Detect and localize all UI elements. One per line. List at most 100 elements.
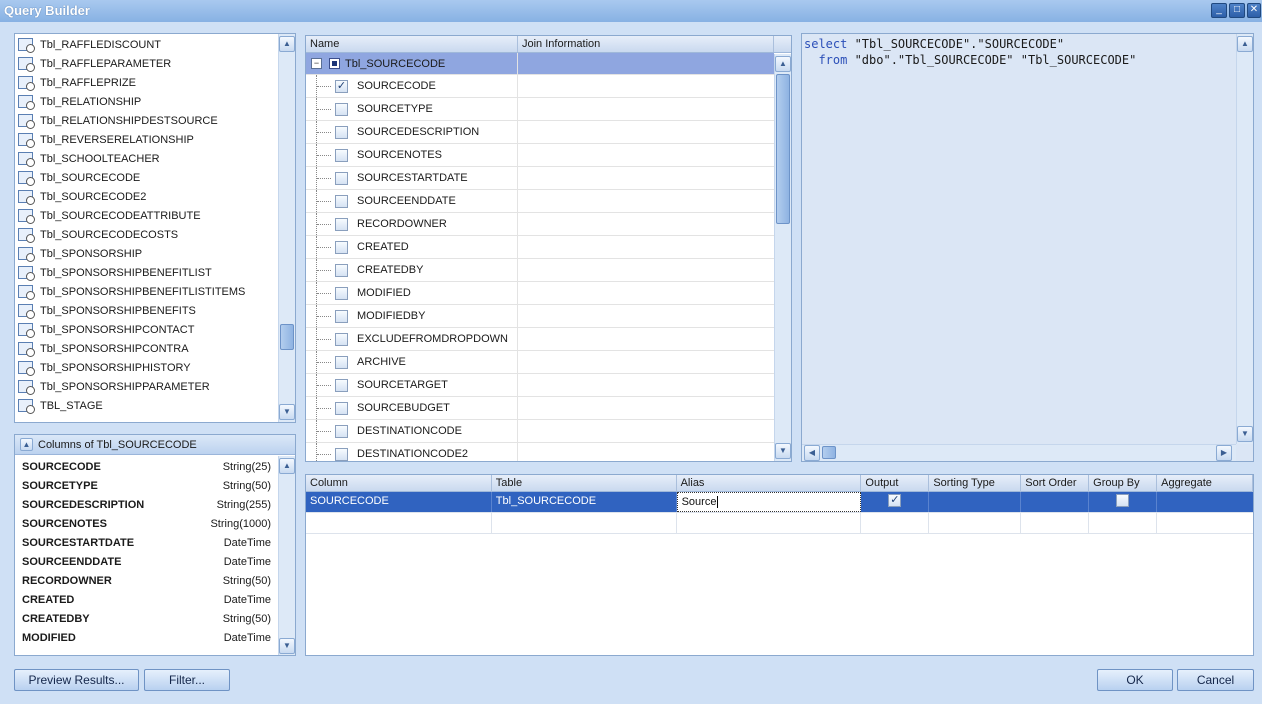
grid-cell-group-by[interactable] [1089, 492, 1158, 512]
tree-field-row[interactable]: SOURCEBUDGET [306, 397, 791, 420]
table-list-item[interactable]: Tbl_SOURCECODECOSTS [15, 225, 295, 244]
table-list-item[interactable]: Tbl_RAFFLEPRIZE [15, 73, 295, 92]
maximize-button[interactable]: □ [1229, 3, 1245, 18]
tree-field-row[interactable]: SOURCEENDDATE [306, 190, 791, 213]
field-checkbox[interactable] [335, 286, 348, 300]
join-info-cell[interactable] [518, 75, 774, 97]
join-info-cell[interactable] [518, 190, 774, 212]
field-checkbox[interactable] [335, 424, 348, 438]
join-info-cell[interactable] [518, 167, 774, 189]
sql-text[interactable]: select "Tbl_SOURCECODE"."SOURCECODE" fro… [802, 34, 1253, 68]
tree-field-row[interactable]: DESTINATIONCODE2 [306, 443, 791, 461]
grid-cell-output[interactable]: ✓ [861, 492, 930, 512]
table-list-item[interactable]: Tbl_SPONSORSHIPBENEFITLIST [15, 263, 295, 282]
tree-field-row[interactable]: RECORDOWNER [306, 213, 791, 236]
scroll-up-icon[interactable]: ▲ [1237, 36, 1253, 52]
tree-field-row[interactable]: SOURCETARGET [306, 374, 791, 397]
column-info-row[interactable]: SOURCETYPE String(50) [15, 476, 277, 495]
minimize-button[interactable]: _ [1211, 3, 1227, 18]
tree-scrollbar[interactable]: ▲ ▼ [774, 54, 791, 461]
join-info-cell[interactable] [518, 213, 774, 235]
column-info-row[interactable]: SOURCENOTES String(1000) [15, 514, 277, 533]
column-info-row[interactable]: CREATED DateTime [15, 590, 277, 609]
join-info-cell[interactable] [518, 351, 774, 373]
table-list-scrollbar[interactable]: ▲ ▼ [278, 34, 295, 422]
scroll-up-icon[interactable]: ▲ [279, 36, 295, 52]
join-info-cell[interactable] [518, 328, 774, 350]
column-info-row[interactable]: SOURCEDESCRIPTION String(255) [15, 495, 277, 514]
scroll-up-icon[interactable]: ▲ [279, 458, 295, 474]
tree-field-row[interactable]: SOURCENOTES [306, 144, 791, 167]
table-list-item[interactable]: Tbl_SPONSORSHIPCONTRA [15, 339, 295, 358]
output-checkbox[interactable]: ✓ [888, 494, 902, 507]
table-list-item[interactable]: Tbl_RELATIONSHIP [15, 92, 295, 111]
tree-field-row[interactable]: MODIFIEDBY [306, 305, 791, 328]
grid-cell-column[interactable]: SOURCECODE [306, 492, 492, 512]
grid-header-table[interactable]: Table [492, 475, 677, 492]
column-info-row[interactable]: SOURCESTARTDATE DateTime [15, 533, 277, 552]
table-list-item[interactable]: Tbl_SPONSORSHIPBENEFITLISTITEMS [15, 282, 295, 301]
join-info-cell[interactable] [518, 259, 774, 281]
collapse-node-icon[interactable]: − [311, 58, 322, 69]
field-checkbox[interactable] [335, 332, 348, 346]
sql-horizontal-scrollbar[interactable]: ◀ ▶ [802, 444, 1236, 461]
scroll-down-icon[interactable]: ▼ [775, 443, 791, 459]
scroll-thumb[interactable] [822, 446, 836, 459]
close-button[interactable]: ✕ [1247, 3, 1261, 18]
column-info-row[interactable]: SOURCEENDDATE DateTime [15, 552, 277, 571]
grid-cell-table[interactable]: Tbl_SOURCECODE [491, 492, 677, 512]
tree-field-row[interactable]: SOURCEDESCRIPTION [306, 121, 791, 144]
grid-cell-aggregate[interactable] [1157, 492, 1253, 512]
tree-field-row[interactable]: CREATED [306, 236, 791, 259]
field-checkbox[interactable] [335, 355, 348, 369]
field-checkbox[interactable] [335, 401, 348, 415]
selected-columns-grid[interactable]: Column Table Alias Output Sorting Type Sort O… [305, 474, 1254, 656]
field-checkbox[interactable] [335, 309, 348, 323]
join-info-cell[interactable] [518, 374, 774, 396]
grid-header-column[interactable]: Column [306, 475, 492, 492]
join-column-header[interactable]: Join Information [518, 36, 774, 52]
scroll-right-icon[interactable]: ▶ [1216, 445, 1232, 461]
tree-field-row[interactable]: ARCHIVE [306, 351, 791, 374]
table-list-item[interactable]: Tbl_SOURCECODE2 [15, 187, 295, 206]
grid-header-output[interactable]: Output [861, 475, 930, 492]
table-list-item[interactable]: Tbl_SPONSORSHIPCONTACT [15, 320, 295, 339]
grid-cell-sorting-type[interactable] [929, 492, 1022, 512]
tree-field-row[interactable]: EXCLUDEFROMDROPDOWN [306, 328, 791, 351]
cancel-button[interactable]: Cancel [1177, 669, 1254, 691]
column-info-row[interactable]: SOURCECODE String(25) [15, 457, 277, 476]
table-list-item[interactable]: Tbl_SOURCECODEATTRIBUTE [15, 206, 295, 225]
table-list-item[interactable]: Tbl_REVERSERELATIONSHIP [15, 130, 295, 149]
table-list-item[interactable]: TBL_STAGE [15, 396, 295, 415]
ok-button[interactable]: OK [1097, 669, 1173, 691]
grid-header-sort-order[interactable]: Sort Order [1021, 475, 1090, 492]
tree-field-row[interactable]: ✓ SOURCECODE [306, 75, 791, 98]
grid-cell-sort-order[interactable] [1021, 492, 1090, 512]
columns-scrollbar[interactable]: ▲ ▼ [278, 456, 295, 655]
query-tree-panel[interactable]: Name Join Information − Tbl_SOURCECODE ✓… [305, 35, 792, 462]
filter-button[interactable]: Filter... [144, 669, 230, 691]
table-list-item[interactable]: Tbl_RAFFLEPARAMETER [15, 54, 295, 73]
name-column-header[interactable]: Name [306, 36, 518, 52]
scroll-down-icon[interactable]: ▼ [1237, 426, 1253, 442]
grid-header-sorting-type[interactable]: Sorting Type [929, 475, 1022, 492]
column-info-row[interactable]: RECORDOWNER String(50) [15, 571, 277, 590]
group-by-checkbox[interactable] [1116, 494, 1130, 507]
table-list-item[interactable]: Tbl_SCHOOLTEACHER [15, 149, 295, 168]
scroll-down-icon[interactable]: ▼ [279, 638, 295, 654]
tree-field-row[interactable]: SOURCESTARTDATE [306, 167, 791, 190]
tree-field-row[interactable]: CREATEDBY [306, 259, 791, 282]
field-checkbox[interactable] [335, 240, 348, 254]
join-info-cell[interactable] [518, 397, 774, 419]
field-checkbox[interactable] [335, 125, 348, 139]
table-list[interactable]: Tbl_RAFFLEDISCOUNT Tbl_RAFFLEPARAMETER Tbl… [14, 33, 296, 423]
table-list-item[interactable]: Tbl_SOURCECODE [15, 168, 295, 187]
tree-field-row[interactable]: MODIFIED [306, 282, 791, 305]
field-checkbox[interactable] [335, 378, 348, 392]
table-list-item[interactable]: Tbl_RELATIONSHIPDESTSOURCE [15, 111, 295, 130]
column-info-row[interactable]: MODIFIED DateTime [15, 628, 277, 647]
tree-field-row[interactable]: DESTINATIONCODE [306, 420, 791, 443]
table-list-item[interactable]: Tbl_SPONSORSHIPHISTORY [15, 358, 295, 377]
field-checkbox[interactable]: ✓ [335, 79, 348, 93]
field-checkbox[interactable] [335, 148, 348, 162]
